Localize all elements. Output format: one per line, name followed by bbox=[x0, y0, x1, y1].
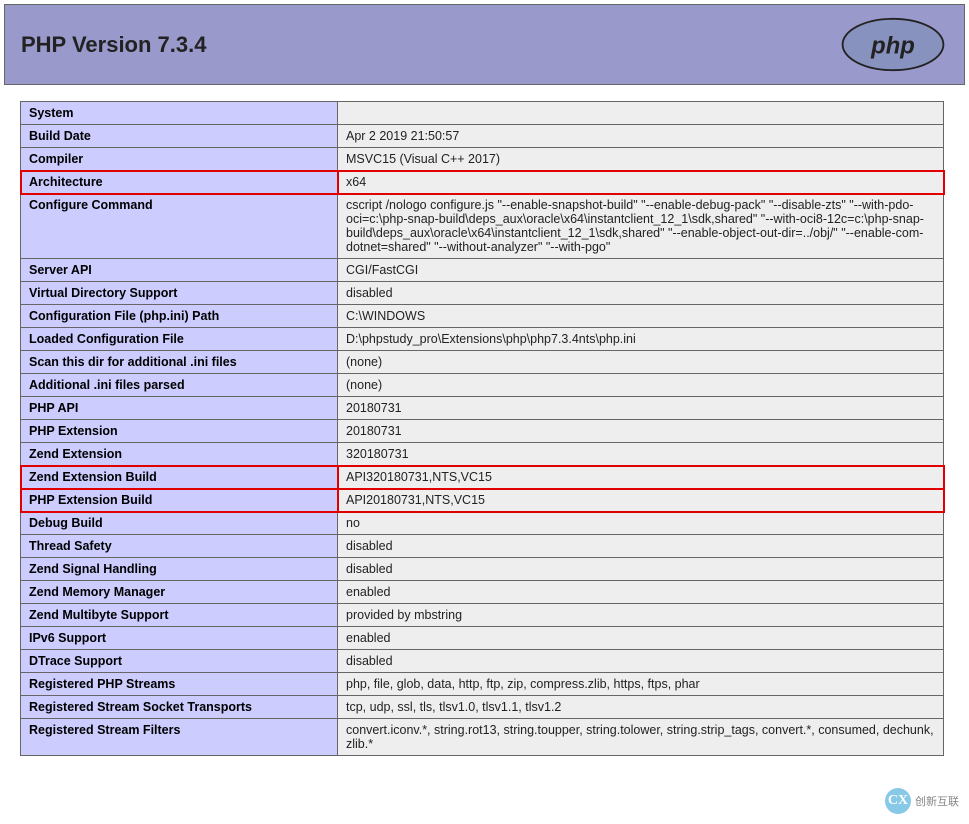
table-row: Virtual Directory Supportdisabled bbox=[21, 282, 944, 305]
row-label: DTrace Support bbox=[21, 650, 338, 673]
row-label: Zend Extension bbox=[21, 443, 338, 466]
table-row: Additional .ini files parsed(none) bbox=[21, 374, 944, 397]
row-value: API320180731,NTS,VC15 bbox=[338, 466, 944, 489]
page-title: PHP Version 7.3.4 bbox=[21, 32, 206, 58]
table-row: Zend Extension BuildAPI320180731,NTS,VC1… bbox=[21, 466, 944, 489]
row-label: Additional .ini files parsed bbox=[21, 374, 338, 397]
row-value: (none) bbox=[338, 374, 944, 397]
row-label: PHP API bbox=[21, 397, 338, 420]
row-label: Loaded Configuration File bbox=[21, 328, 338, 351]
table-row: Configure Commandcscript /nologo configu… bbox=[21, 194, 944, 259]
table-row: Zend Multibyte Supportprovided by mbstri… bbox=[21, 604, 944, 627]
row-value: cscript /nologo configure.js "--enable-s… bbox=[338, 194, 944, 259]
row-value: no bbox=[338, 512, 944, 535]
row-value: Apr 2 2019 21:50:57 bbox=[338, 125, 944, 148]
row-label: Zend Extension Build bbox=[21, 466, 338, 489]
table-row: Zend Extension320180731 bbox=[21, 443, 944, 466]
row-value: MSVC15 (Visual C++ 2017) bbox=[338, 148, 944, 171]
row-label: Architecture bbox=[21, 171, 338, 194]
row-label: Zend Memory Manager bbox=[21, 581, 338, 604]
row-label: Server API bbox=[21, 259, 338, 282]
phpinfo-header: PHP Version 7.3.4 php bbox=[4, 4, 965, 85]
row-value: php, file, glob, data, http, ftp, zip, c… bbox=[338, 673, 944, 696]
row-label: Registered Stream Filters bbox=[21, 719, 338, 756]
row-label: Zend Signal Handling bbox=[21, 558, 338, 581]
row-value: D:\phpstudy_pro\Extensions\php\php7.3.4n… bbox=[338, 328, 944, 351]
table-row: CompilerMSVC15 (Visual C++ 2017) bbox=[21, 148, 944, 171]
row-label: Configure Command bbox=[21, 194, 338, 259]
watermark: CX 创新互联 bbox=[885, 788, 959, 814]
row-value: 320180731 bbox=[338, 443, 944, 466]
row-value: C:\WINDOWS bbox=[338, 305, 944, 328]
table-row: Registered Stream Socket Transportstcp, … bbox=[21, 696, 944, 719]
row-value: enabled bbox=[338, 627, 944, 650]
table-row: Scan this dir for additional .ini files(… bbox=[21, 351, 944, 374]
row-value: enabled bbox=[338, 581, 944, 604]
table-row: Registered Stream Filtersconvert.iconv.*… bbox=[21, 719, 944, 756]
row-value bbox=[338, 102, 944, 125]
table-row: System bbox=[21, 102, 944, 125]
row-value: (none) bbox=[338, 351, 944, 374]
table-row: Build DateApr 2 2019 21:50:57 bbox=[21, 125, 944, 148]
table-row: DTrace Supportdisabled bbox=[21, 650, 944, 673]
row-label: Compiler bbox=[21, 148, 338, 171]
row-value: disabled bbox=[338, 282, 944, 305]
row-label: Configuration File (php.ini) Path bbox=[21, 305, 338, 328]
php-logo-icon: php bbox=[838, 17, 948, 72]
row-label: PHP Extension Build bbox=[21, 489, 338, 512]
row-value: convert.iconv.*, string.rot13, string.to… bbox=[338, 719, 944, 756]
table-row: PHP Extension20180731 bbox=[21, 420, 944, 443]
table-row: Configuration File (php.ini) PathC:\WIND… bbox=[21, 305, 944, 328]
table-row: Zend Signal Handlingdisabled bbox=[21, 558, 944, 581]
table-row: Architecturex64 bbox=[21, 171, 944, 194]
watermark-text: 创新互联 bbox=[915, 793, 959, 809]
row-label: System bbox=[21, 102, 338, 125]
table-row: Registered PHP Streamsphp, file, glob, d… bbox=[21, 673, 944, 696]
svg-text:php: php bbox=[870, 33, 915, 60]
table-row: Debug Buildno bbox=[21, 512, 944, 535]
row-value: 20180731 bbox=[338, 397, 944, 420]
table-row: IPv6 Supportenabled bbox=[21, 627, 944, 650]
row-label: IPv6 Support bbox=[21, 627, 338, 650]
row-label: PHP Extension bbox=[21, 420, 338, 443]
table-row: Thread Safetydisabled bbox=[21, 535, 944, 558]
table-row: Zend Memory Managerenabled bbox=[21, 581, 944, 604]
row-value: tcp, udp, ssl, tls, tlsv1.0, tlsv1.1, tl… bbox=[338, 696, 944, 719]
row-value: 20180731 bbox=[338, 420, 944, 443]
row-label: Virtual Directory Support bbox=[21, 282, 338, 305]
phpinfo-table: SystemBuild DateApr 2 2019 21:50:57Compi… bbox=[20, 101, 944, 756]
row-value: disabled bbox=[338, 650, 944, 673]
watermark-icon: CX bbox=[885, 788, 911, 814]
row-value: API20180731,NTS,VC15 bbox=[338, 489, 944, 512]
row-value: CGI/FastCGI bbox=[338, 259, 944, 282]
row-label: Thread Safety bbox=[21, 535, 338, 558]
row-label: Zend Multibyte Support bbox=[21, 604, 338, 627]
table-row: Loaded Configuration FileD:\phpstudy_pro… bbox=[21, 328, 944, 351]
table-row: Server APICGI/FastCGI bbox=[21, 259, 944, 282]
row-value: provided by mbstring bbox=[338, 604, 944, 627]
row-label: Build Date bbox=[21, 125, 338, 148]
table-row: PHP Extension BuildAPI20180731,NTS,VC15 bbox=[21, 489, 944, 512]
row-label: Scan this dir for additional .ini files bbox=[21, 351, 338, 374]
row-value: disabled bbox=[338, 535, 944, 558]
row-label: Registered PHP Streams bbox=[21, 673, 338, 696]
table-row: PHP API20180731 bbox=[21, 397, 944, 420]
row-value: x64 bbox=[338, 171, 944, 194]
row-value: disabled bbox=[338, 558, 944, 581]
row-label: Registered Stream Socket Transports bbox=[21, 696, 338, 719]
row-label: Debug Build bbox=[21, 512, 338, 535]
